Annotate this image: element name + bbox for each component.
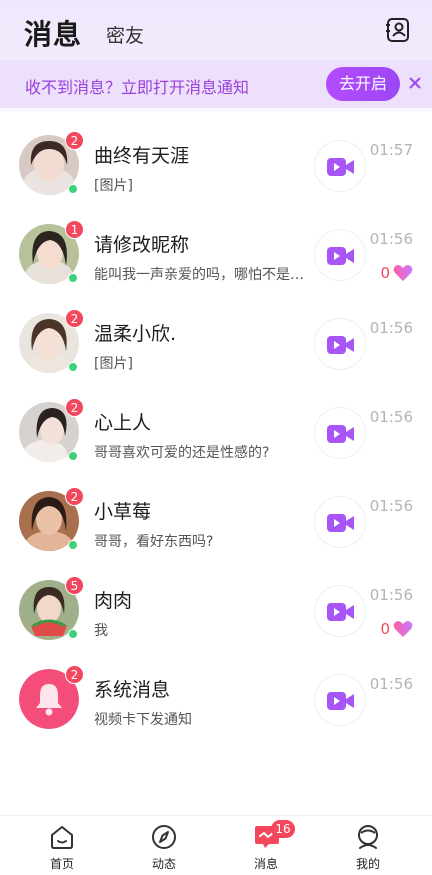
video-call-button[interactable] <box>314 229 366 281</box>
contact-name: 心上人 <box>94 412 152 434</box>
video-call-button[interactable] <box>314 674 366 726</box>
intimacy-count: 0 <box>380 263 413 283</box>
heart-icon <box>393 265 413 281</box>
online-indicator <box>68 362 78 372</box>
unread-badge: 2 <box>65 665 84 684</box>
message-time: 01:56 <box>369 319 413 337</box>
tab-label: 首页 <box>49 857 74 871</box>
tab-label: 我的 <box>355 857 380 871</box>
video-call-button[interactable] <box>314 318 366 370</box>
message-preview: [图片] <box>94 178 133 194</box>
video-camera-icon <box>327 158 354 176</box>
tab-home[interactable]: 首页 <box>22 816 102 875</box>
home-icon <box>51 826 73 849</box>
conversation-list: 2 曲终有天涯 [图片] 01:57 1 请修改昵称 能叫我一声亲爱的吗，哪怕不… <box>0 120 432 743</box>
unread-badge: 2 <box>65 398 84 417</box>
contact-name: 温柔小欣. <box>94 323 177 345</box>
tab-messages[interactable]: 16 消息 <box>226 816 306 875</box>
unread-badge: 2 <box>65 131 84 150</box>
conversation-item[interactable]: 1 请修改昵称 能叫我一声亲爱的吗，哪怕不是… 01:56 0 <box>0 209 432 298</box>
video-camera-icon <box>327 692 354 710</box>
video-camera-icon <box>327 603 354 621</box>
contacts-icon[interactable] <box>385 17 411 43</box>
video-call-button[interactable] <box>314 140 366 192</box>
tab-label: 消息 <box>253 857 278 871</box>
conversation-item-system[interactable]: 2 系统消息 视频卡下发通知 01:56 <box>0 654 432 743</box>
tab-label: 动态 <box>151 857 176 871</box>
video-camera-icon <box>327 247 354 265</box>
enable-notifications-button[interactable]: 去开启 <box>326 67 400 101</box>
intimacy-count: 0 <box>380 619 413 639</box>
message-time: 01:57 <box>369 141 413 159</box>
contact-name: 曲终有天涯 <box>94 145 190 167</box>
header: 消息 密友 <box>0 0 432 62</box>
conversation-item[interactable]: 2 心上人 哥哥喜欢可爱的还是性感的? 01:56 <box>0 387 432 476</box>
message-preview: 能叫我一声亲爱的吗，哪怕不是… <box>94 267 304 283</box>
intimacy-value: 0 <box>380 264 390 282</box>
message-preview: 我 <box>94 623 108 639</box>
tab-close-friends[interactable]: 密友 <box>106 21 144 48</box>
page-title[interactable]: 消息 <box>24 13 82 53</box>
online-indicator <box>68 451 78 461</box>
heart-icon <box>393 621 413 637</box>
unread-badge: 1 <box>65 220 84 239</box>
conversation-item[interactable]: 2 曲终有天涯 [图片] 01:57 <box>0 120 432 209</box>
online-indicator <box>68 540 78 550</box>
intimacy-value: 0 <box>380 620 390 638</box>
profile-icon <box>358 825 378 849</box>
contact-name: 系统消息 <box>94 679 171 701</box>
conversation-item[interactable]: 2 温柔小欣. [图片] 01:56 <box>0 298 432 387</box>
message-time: 01:56 <box>369 408 413 426</box>
video-camera-icon <box>327 514 354 532</box>
unread-badge: 2 <box>65 487 84 506</box>
unread-badge: 5 <box>65 576 84 595</box>
conversation-item[interactable]: 5 肉肉 我 01:56 0 <box>0 565 432 654</box>
top-bar: 消息 密友 收不到消息？立即打开消息通知 去开启 <box>0 0 432 112</box>
contact-name: 请修改昵称 <box>94 234 190 256</box>
message-time: 01:56 <box>369 230 413 248</box>
messages-unread-badge: 16 <box>271 820 295 838</box>
online-indicator <box>68 273 78 283</box>
tab-moments[interactable]: 动态 <box>124 816 204 875</box>
tab-profile[interactable]: 我的 <box>328 816 408 875</box>
bottom-tab-bar: 首页 动态 16 消息 我的 <box>0 815 432 875</box>
online-indicator <box>68 184 78 194</box>
message-time: 01:56 <box>369 497 413 515</box>
contact-name: 小草莓 <box>94 501 152 523</box>
message-preview: 哥哥喜欢可爱的还是性感的? <box>94 445 270 461</box>
close-icon[interactable] <box>408 76 422 90</box>
message-preview: [图片] <box>94 356 133 372</box>
video-call-button[interactable] <box>314 496 366 548</box>
video-camera-icon <box>327 336 354 354</box>
message-time: 01:56 <box>369 675 413 693</box>
contact-name: 肉肉 <box>94 590 133 612</box>
notification-banner: 收不到消息？立即打开消息通知 去开启 <box>0 60 432 108</box>
message-preview: 哥哥，看好东西吗? <box>94 534 214 550</box>
video-call-button[interactable] <box>314 585 366 637</box>
compass-icon <box>152 825 176 849</box>
video-camera-icon <box>327 425 354 443</box>
notification-banner-text: 收不到消息？立即打开消息通知 <box>25 78 250 97</box>
conversation-item[interactable]: 2 小草莓 哥哥，看好东西吗? 01:56 <box>0 476 432 565</box>
message-time: 01:56 <box>369 586 413 604</box>
unread-badge: 2 <box>65 309 84 328</box>
online-indicator <box>68 629 78 639</box>
message-preview: 视频卡下发通知 <box>94 712 192 728</box>
video-call-button[interactable] <box>314 407 366 459</box>
